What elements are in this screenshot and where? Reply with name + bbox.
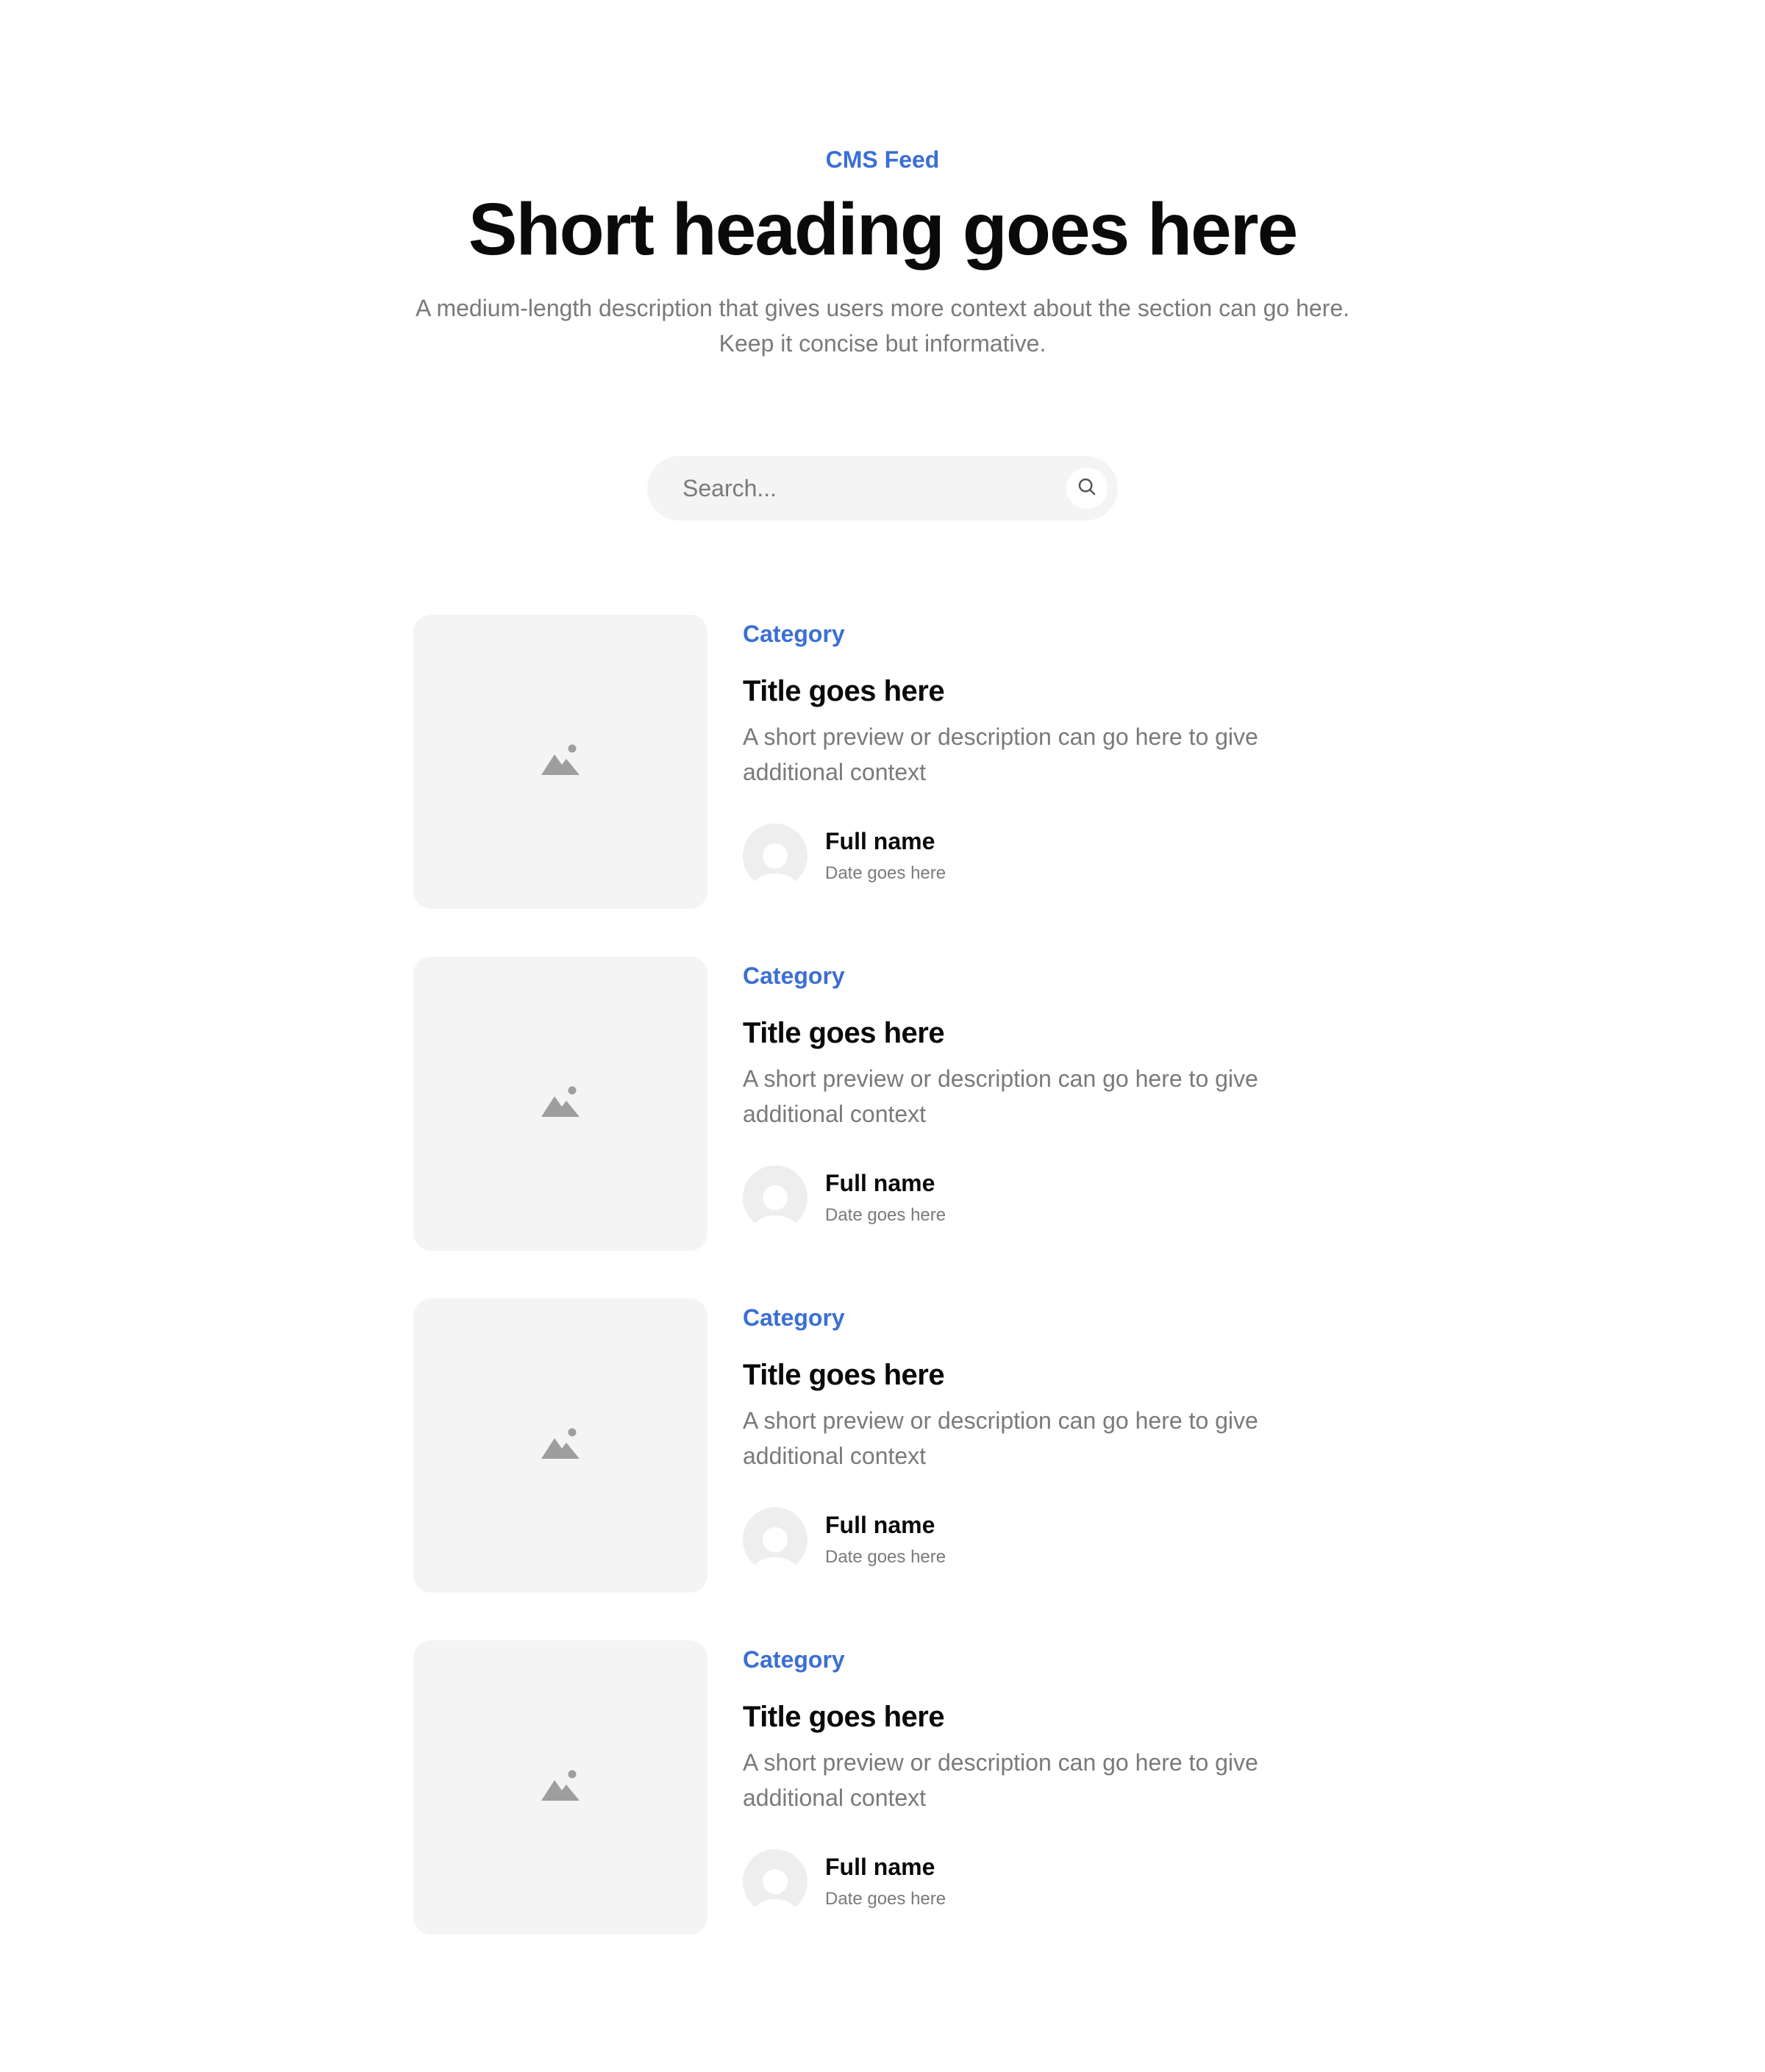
post-title[interactable]: Title goes here [743, 671, 945, 712]
search-icon [1076, 476, 1098, 501]
image-placeholder-icon [540, 744, 581, 780]
author-name: Full name [825, 1170, 935, 1196]
page-title: Short heading goes here [468, 188, 1298, 271]
user-avatar-icon [743, 1165, 807, 1230]
post-category[interactable]: Category [743, 1301, 845, 1334]
author-name: Full name [825, 828, 935, 854]
post-thumbnail [413, 1640, 707, 1935]
post-category[interactable]: Category [743, 1643, 845, 1676]
post-date: Date goes here [825, 1547, 946, 1567]
post-title[interactable]: Title goes here [743, 1012, 945, 1054]
search-button[interactable] [1066, 468, 1108, 509]
post-excerpt: A short preview or description can go he… [743, 1749, 1258, 1811]
post-date: Date goes here [825, 1889, 946, 1909]
post-date: Date goes here [825, 1205, 946, 1225]
post-excerpt: A short preview or description can go he… [743, 1407, 1258, 1469]
section-eyebrow: CMS Feed [825, 146, 940, 173]
user-avatar-icon [743, 824, 807, 888]
image-placeholder-icon [540, 1770, 581, 1806]
post-author: Full name Date goes here [743, 1507, 1184, 1572]
author-name: Full name [825, 1512, 935, 1538]
section-description: A medium-length description that gives u… [415, 295, 1350, 357]
avatar [743, 824, 807, 888]
post-excerpt: A short preview or description can go he… [743, 1065, 1258, 1127]
post-card[interactable]: Category Title goes here A short preview… [413, 1298, 1355, 1593]
post-date: Date goes here [825, 863, 946, 883]
post-title[interactable]: Title goes here [743, 1696, 945, 1737]
avatar [743, 1507, 807, 1572]
avatar [743, 1165, 807, 1230]
post-card[interactable]: Category Title goes here A short preview… [413, 1640, 1355, 1935]
post-author: Full name Date goes here [743, 824, 1184, 888]
post-title[interactable]: Title goes here [743, 1354, 945, 1396]
image-placeholder-icon [540, 1428, 581, 1464]
post-category[interactable]: Category [743, 960, 845, 992]
search-input[interactable] [682, 466, 1035, 510]
avatar [743, 1849, 807, 1914]
post-thumbnail [413, 615, 707, 909]
post-author: Full name Date goes here [743, 1165, 1184, 1230]
post-thumbnail [413, 957, 707, 1251]
user-avatar-icon [743, 1849, 807, 1914]
post-card[interactable]: Category Title goes here A short preview… [413, 615, 1355, 909]
image-placeholder-icon [540, 1086, 581, 1122]
user-avatar-icon [743, 1507, 807, 1572]
post-excerpt: A short preview or description can go he… [743, 724, 1258, 785]
post-author: Full name Date goes here [743, 1849, 1184, 1914]
author-name: Full name [825, 1854, 935, 1880]
post-thumbnail [413, 1298, 707, 1593]
post-category[interactable]: Category [743, 618, 845, 650]
post-card[interactable]: Category Title goes here A short preview… [413, 957, 1355, 1251]
search-bar [647, 456, 1118, 521]
